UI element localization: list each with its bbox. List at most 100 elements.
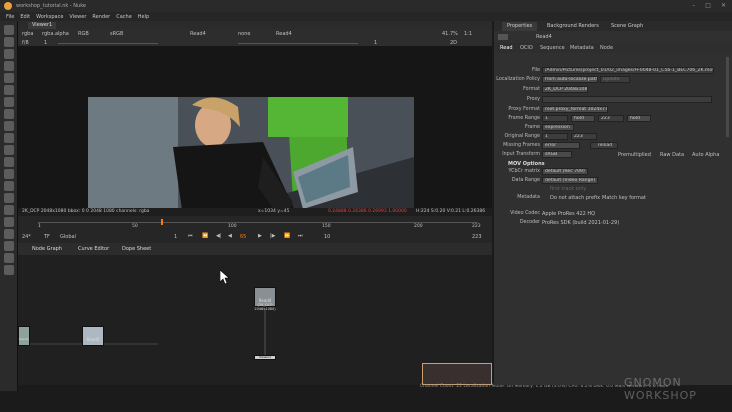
max-panels-icon[interactable] — [498, 34, 508, 40]
input-b-select[interactable]: none — [238, 31, 250, 37]
file-path-field[interactable]: /Admin/Pictures/project_01/02_images/FF0… — [542, 67, 714, 74]
tab-viewer1[interactable]: Viewer1 — [28, 22, 57, 29]
node-name[interactable]: Read4 — [536, 34, 552, 40]
filter-tool-icon[interactable] — [4, 85, 14, 95]
node-graph-minimap[interactable] — [422, 363, 492, 385]
subtab-metadata[interactable]: Metadata — [570, 45, 594, 51]
frame-range-start[interactable]: 1 — [542, 115, 568, 122]
tab-scene-graph[interactable]: Scene Graph — [606, 22, 648, 31]
time-tool-icon[interactable] — [4, 49, 14, 59]
merge-tool-icon[interactable] — [4, 109, 14, 119]
frame-range-end[interactable]: 223 — [598, 115, 624, 122]
transform-tool-icon[interactable] — [4, 121, 14, 131]
menu-workspace[interactable]: Workspace — [36, 14, 63, 20]
zoom-select[interactable]: 41.7% — [442, 31, 458, 37]
help-tool-icon[interactable] — [4, 253, 14, 263]
plugins-tool-icon[interactable] — [4, 229, 14, 239]
menu-cache[interactable]: Cache — [116, 14, 132, 20]
furnace-tool-icon[interactable] — [4, 217, 14, 227]
input-transform-select[interactable]: sRGB — [542, 151, 572, 158]
input-c-select[interactable]: Read4 — [276, 31, 292, 37]
menu-file[interactable]: File — [6, 14, 14, 20]
next-frame-icon[interactable]: |▶ — [270, 233, 276, 239]
menu-edit[interactable]: Edit — [20, 14, 30, 20]
deep-tool-icon[interactable] — [4, 181, 14, 191]
play-forward-icon[interactable]: ▶ — [258, 233, 262, 239]
tab-curve-editor[interactable]: Curve Editor — [74, 246, 114, 253]
premultiplied-checkbox[interactable]: Premultiplied — [618, 152, 651, 158]
prev-key-icon[interactable]: ⏪ — [202, 233, 208, 239]
subtab-sequence[interactable]: Sequence — [540, 45, 565, 51]
display-mode-select[interactable]: RGB — [78, 31, 89, 37]
3d-tool-icon[interactable] — [4, 133, 14, 143]
node-read3[interactable] — [82, 326, 104, 346]
maximize-icon[interactable]: □ — [705, 2, 711, 9]
toolsets-icon[interactable] — [4, 193, 14, 203]
end-frame[interactable]: 223 — [472, 234, 482, 240]
tab-dope-sheet[interactable]: Dope Sheet — [118, 246, 156, 253]
play-backward-icon[interactable]: ◀ — [228, 233, 232, 239]
proxy-field[interactable] — [542, 96, 712, 103]
first-track-only-checkbox[interactable]: first track only — [550, 186, 586, 192]
tab-background-renders[interactable]: Background Renders — [542, 22, 604, 31]
gain-slider[interactable] — [58, 43, 158, 44]
original-range-start[interactable]: 1 — [542, 133, 568, 140]
start-frame[interactable]: 1 — [174, 234, 177, 240]
properties-scrollbar[interactable] — [726, 57, 729, 137]
views-tool-icon[interactable] — [4, 145, 14, 155]
raw-data-checkbox[interactable]: Raw Data — [660, 152, 684, 158]
data-range-select[interactable]: default (Video Range) — [542, 177, 598, 184]
format-select[interactable]: 2K_DCP 2048x1080 — [542, 86, 588, 93]
frame-mode-select[interactable]: expression — [542, 124, 574, 131]
gain-value[interactable]: 1 — [44, 40, 47, 46]
keyer-tool-icon[interactable] — [4, 97, 14, 107]
frame-range-after-select[interactable]: hold — [627, 115, 651, 122]
subtab-ocio[interactable]: OCIO — [520, 45, 533, 51]
localization-policy-select[interactable]: from auto-localize path — [542, 76, 598, 83]
close-icon[interactable]: ✕ — [721, 2, 726, 9]
fps-select[interactable]: 24* — [22, 234, 31, 240]
minimize-icon[interactable]: – — [692, 2, 695, 9]
tab-node-graph[interactable]: Node Graph — [28, 246, 66, 253]
frame-increment[interactable]: 10 — [324, 234, 330, 240]
update-button[interactable]: Update — [600, 76, 630, 83]
original-range-end[interactable]: 223 — [571, 133, 597, 140]
tab-properties[interactable]: Properties — [502, 22, 538, 31]
other-tool-icon[interactable] — [4, 205, 14, 215]
tf-mode-select[interactable]: TF — [44, 234, 50, 240]
current-frame[interactable]: 65 — [240, 234, 246, 240]
menu-render[interactable]: Render — [92, 14, 110, 20]
first-frame-icon[interactable]: ⏮ — [188, 233, 193, 239]
ratio-select[interactable]: 1:1 — [464, 31, 472, 37]
color-tool-icon[interactable] — [4, 73, 14, 83]
viewer-canvas[interactable] — [18, 47, 492, 255]
image-tool-icon[interactable] — [4, 25, 14, 35]
frame-display-select[interactable]: 2D — [450, 40, 457, 46]
channel-tool-icon[interactable] — [4, 61, 14, 71]
menu-help[interactable]: Help — [138, 14, 149, 20]
missing-frames-select[interactable]: error — [542, 142, 580, 149]
ycbcr-matrix-select[interactable]: default (Rec 709) — [542, 168, 588, 175]
input-a-select[interactable]: Read4 — [190, 31, 206, 37]
particles-tool-icon[interactable] — [4, 169, 14, 179]
menu-viewer[interactable]: Viewer — [69, 14, 86, 20]
draw-tool-icon[interactable] — [4, 37, 14, 47]
prev-frame-icon[interactable]: ◀| — [216, 233, 222, 239]
last-frame-icon[interactable]: ⏭ — [298, 233, 303, 239]
timeline-track[interactable] — [38, 222, 478, 223]
reload-button[interactable]: reload — [590, 142, 618, 149]
node-graph-canvas[interactable]: Read4 (2K_DCP 2048x1080) Read3 Read2 Vie… — [18, 255, 492, 385]
colorspace-select[interactable]: sRGB — [110, 31, 123, 37]
subtab-node[interactable]: Node — [600, 45, 613, 51]
f-stop-select[interactable]: f/8 — [22, 40, 29, 46]
settings-tool-icon[interactable] — [4, 265, 14, 275]
gamma-slider[interactable] — [238, 43, 358, 44]
match-key-format-checkbox[interactable]: Match key format — [602, 195, 646, 201]
y-value[interactable]: 1 — [374, 40, 377, 46]
auto-alpha-checkbox[interactable]: Auto Alpha — [692, 152, 719, 158]
layer-select[interactable]: rgba — [22, 31, 33, 37]
subtab-read[interactable]: Read — [500, 45, 513, 51]
node-read2[interactable] — [18, 326, 30, 346]
channel-select[interactable]: rgba.alpha — [42, 31, 69, 37]
metadata-tool-icon[interactable] — [4, 157, 14, 167]
